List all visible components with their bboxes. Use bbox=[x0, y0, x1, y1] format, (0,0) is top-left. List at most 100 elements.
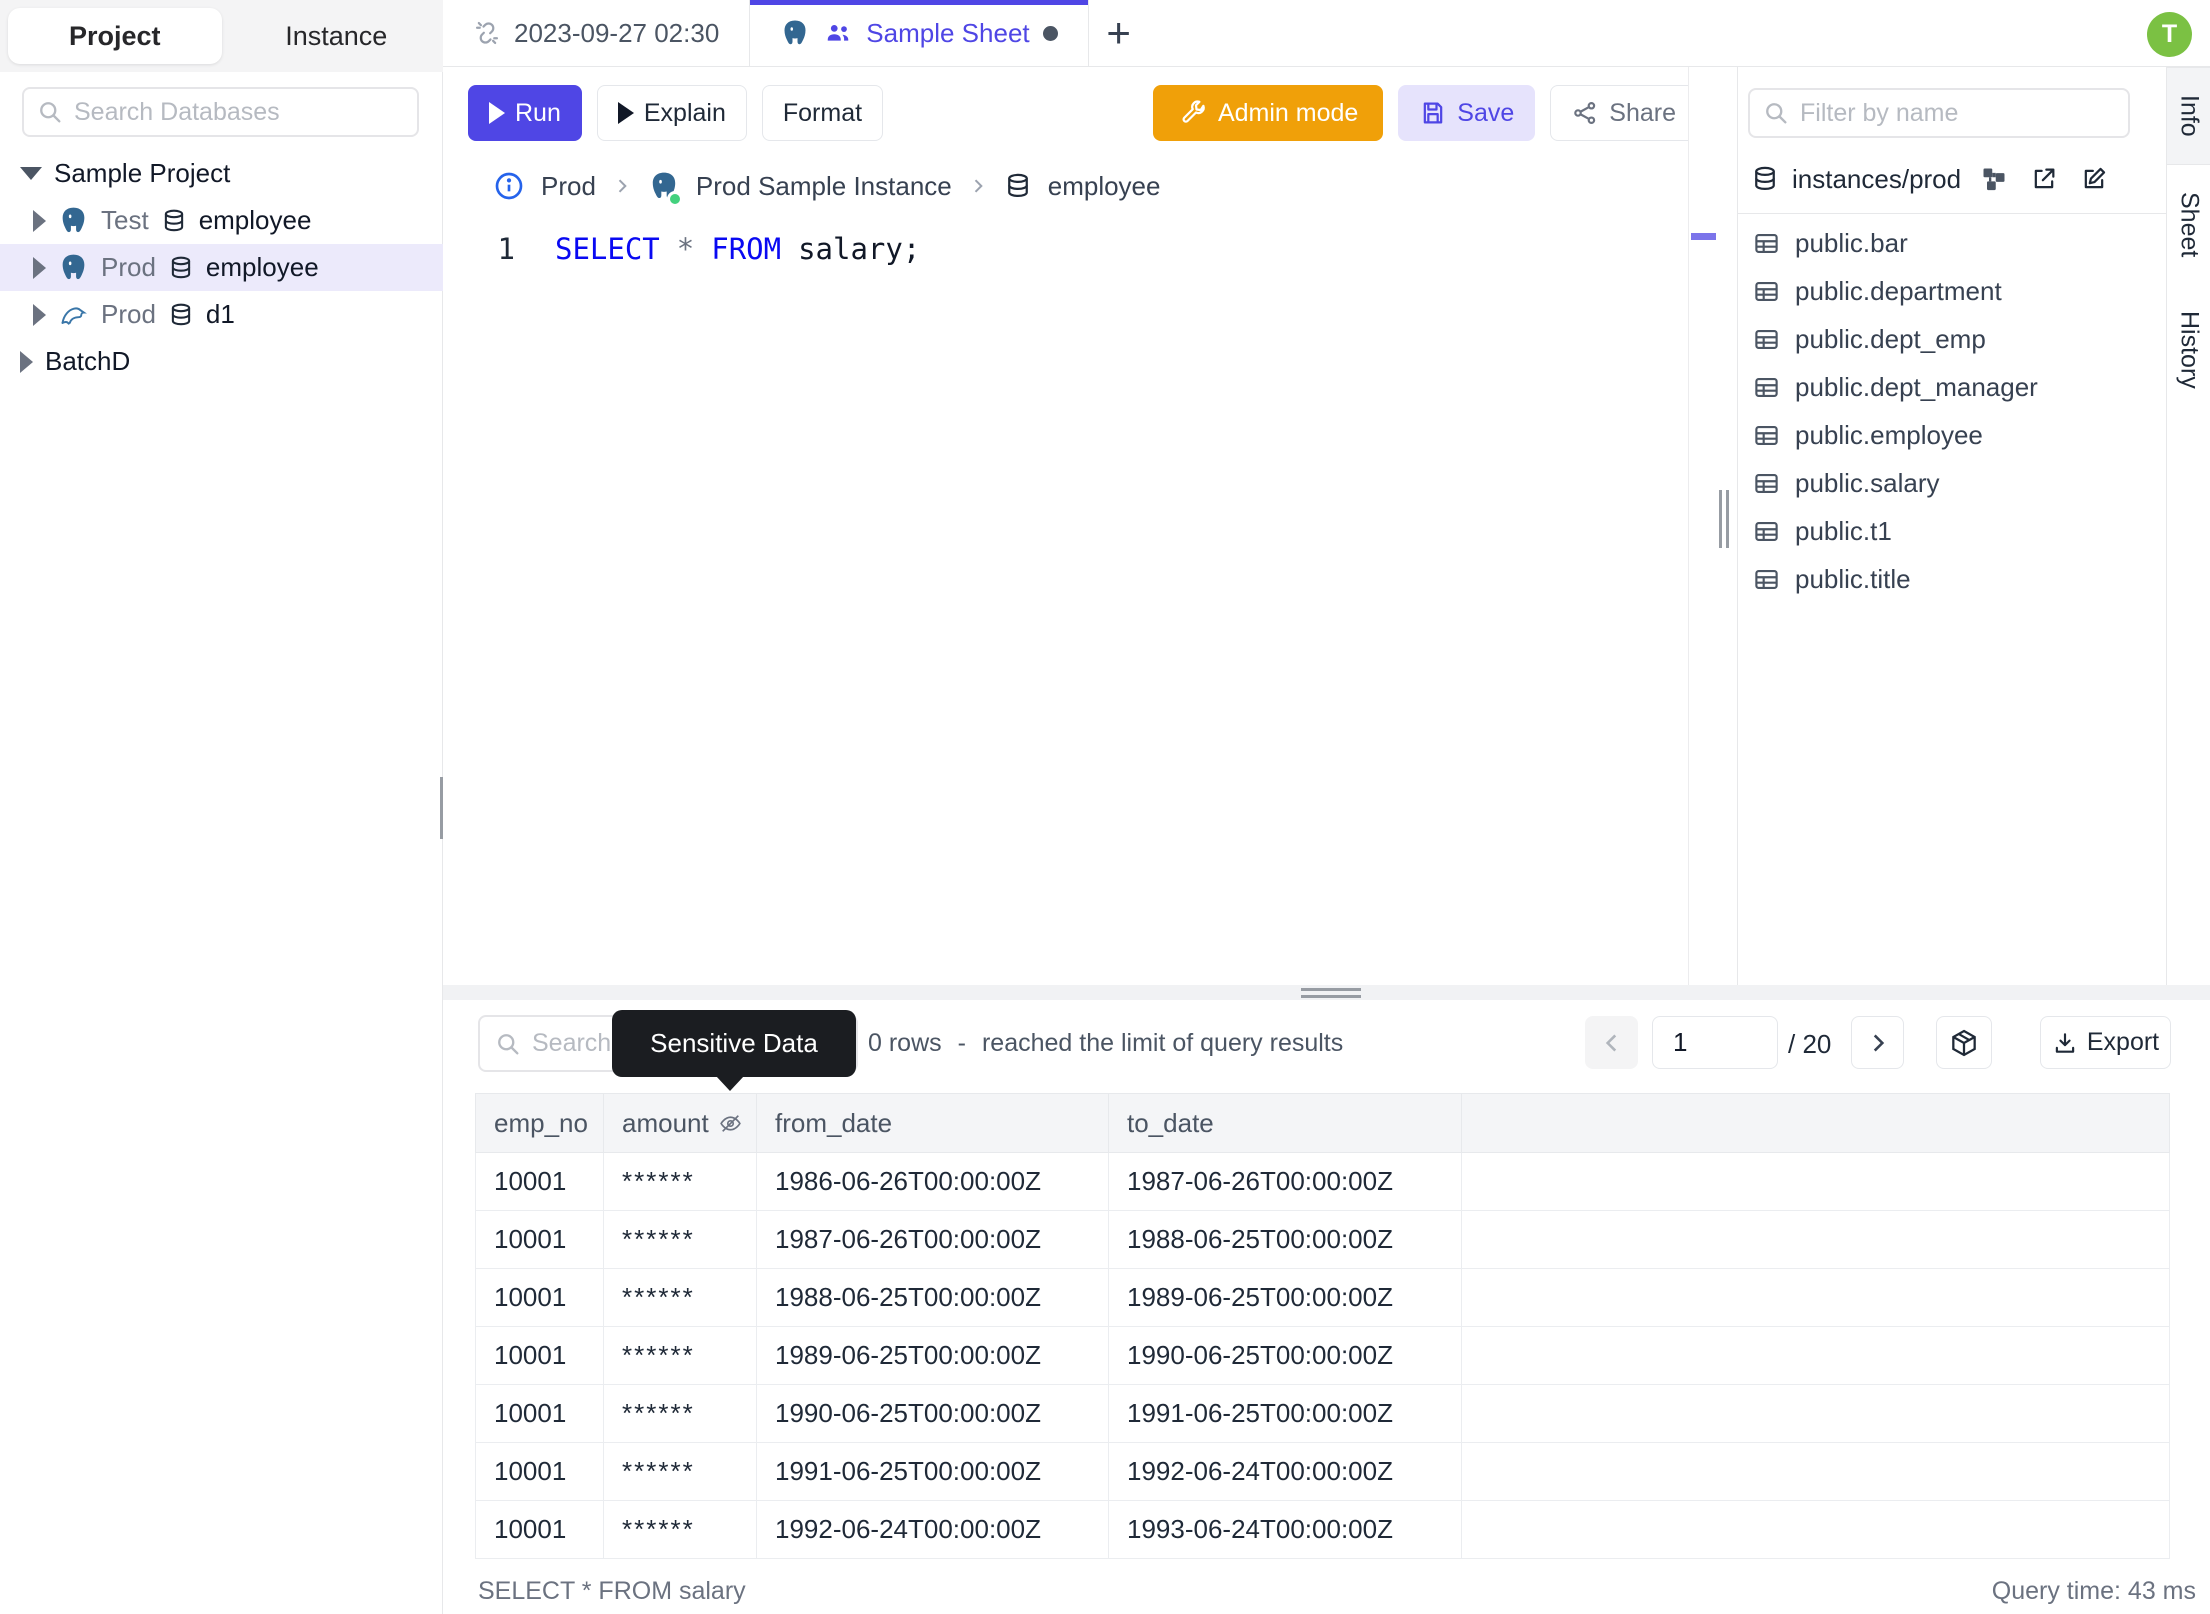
cell[interactable]: 1991-06-25T00:00:00Z bbox=[756, 1442, 1109, 1501]
edit-icon[interactable] bbox=[2080, 165, 2108, 193]
cell-masked[interactable]: ****** bbox=[603, 1210, 757, 1269]
cell-masked[interactable]: ****** bbox=[603, 1384, 757, 1443]
add-sheet-button[interactable]: + bbox=[1089, 0, 1149, 66]
connection-source: instances/prod bbox=[1792, 163, 1962, 194]
tree-node-project[interactable]: BatchD bbox=[0, 338, 443, 385]
table-row[interactable]: 10001 ****** 1987-06-26T00:00:00Z 1988-0… bbox=[475, 1210, 2170, 1269]
sheet-tabbar: 2023-09-27 02:30 Sample Sheet + T bbox=[443, 0, 2210, 67]
column-header[interactable]: to_date bbox=[1108, 1093, 1462, 1153]
column-header[interactable]: emp_no bbox=[475, 1093, 604, 1153]
cell[interactable]: 10001 bbox=[475, 1442, 604, 1501]
schema-panel-resize-handle[interactable] bbox=[1719, 490, 1731, 548]
cell[interactable]: 1987-06-26T00:00:00Z bbox=[1108, 1152, 1462, 1211]
breadcrumb-database[interactable]: employee bbox=[1048, 171, 1161, 202]
tab-history[interactable]: History bbox=[2167, 284, 2210, 416]
visualize-button[interactable] bbox=[1936, 1016, 1992, 1069]
cell[interactable]: 1992-06-24T00:00:00Z bbox=[756, 1500, 1109, 1559]
caret-right-icon[interactable] bbox=[33, 303, 46, 326]
cell[interactable]: 10001 bbox=[475, 1326, 604, 1385]
cell[interactable]: 10001 bbox=[475, 1500, 604, 1559]
tab-sheet[interactable]: Sheet bbox=[2167, 165, 2210, 284]
next-page-button[interactable] bbox=[1851, 1016, 1904, 1069]
external-link-icon[interactable] bbox=[2030, 165, 2058, 193]
cell-masked[interactable]: ****** bbox=[603, 1268, 757, 1327]
table-row[interactable]: 10001 ****** 1992-06-24T00:00:00Z 1993-0… bbox=[475, 1500, 2170, 1559]
cell-masked[interactable]: ****** bbox=[603, 1152, 757, 1211]
caret-down-icon[interactable] bbox=[20, 167, 42, 180]
sheet-tab-active[interactable]: Sample Sheet bbox=[750, 0, 1089, 66]
cell[interactable]: 10001 bbox=[475, 1210, 604, 1269]
cell-masked[interactable]: ****** bbox=[603, 1442, 757, 1501]
breadcrumb-environment[interactable]: Prod bbox=[541, 171, 596, 202]
tree-node-database-selected[interactable]: Prod employee bbox=[0, 244, 443, 291]
table-item[interactable]: public.department bbox=[1738, 267, 2167, 315]
cell[interactable]: 1989-06-25T00:00:00Z bbox=[756, 1326, 1109, 1385]
source-actions bbox=[1980, 165, 2108, 193]
tree-node-database[interactable]: Prod d1 bbox=[0, 291, 443, 338]
table-item[interactable]: public.dept_emp bbox=[1738, 315, 2167, 363]
cell[interactable]: 1987-06-26T00:00:00Z bbox=[756, 1210, 1109, 1269]
cell-masked[interactable]: ****** bbox=[603, 1326, 757, 1385]
table-item[interactable]: public.employee bbox=[1738, 411, 2167, 459]
cell[interactable]: 1986-06-26T00:00:00Z bbox=[756, 1152, 1109, 1211]
results-resize-gutter[interactable] bbox=[443, 985, 2210, 1000]
cell[interactable]: 10001 bbox=[475, 1152, 604, 1211]
table-filter-input[interactable] bbox=[1800, 98, 2116, 128]
avatar[interactable]: T bbox=[2147, 12, 2192, 57]
prev-page-button[interactable] bbox=[1585, 1016, 1638, 1069]
results-resize-handle[interactable] bbox=[1301, 988, 1361, 1002]
sql-editor-line[interactable]: 1 SELECT * FROM salary; bbox=[443, 232, 921, 266]
cell[interactable]: 1989-06-25T00:00:00Z bbox=[1108, 1268, 1462, 1327]
cell[interactable]: 1993-06-24T00:00:00Z bbox=[1108, 1500, 1462, 1559]
run-button[interactable]: Run bbox=[468, 85, 582, 141]
table-row[interactable]: 10001 ****** 1989-06-25T00:00:00Z 1990-0… bbox=[475, 1326, 2170, 1385]
schema-diagram-icon[interactable] bbox=[1980, 165, 2008, 193]
cell[interactable]: 1988-06-25T00:00:00Z bbox=[756, 1268, 1109, 1327]
info-icon[interactable] bbox=[493, 170, 525, 202]
table-icon bbox=[1753, 518, 1780, 545]
table-item[interactable]: public.dept_manager bbox=[1738, 363, 2167, 411]
tree-node-project[interactable]: Sample Project bbox=[0, 150, 443, 197]
caret-right-icon[interactable] bbox=[33, 256, 46, 279]
table-row[interactable]: 10001 ****** 1990-06-25T00:00:00Z 1991-0… bbox=[475, 1384, 2170, 1443]
editor-scrollbar[interactable] bbox=[1688, 67, 1717, 985]
format-button[interactable]: Format bbox=[761, 85, 884, 141]
cell[interactable]: 10001 bbox=[475, 1268, 604, 1327]
tab-info[interactable]: Info bbox=[2167, 67, 2210, 165]
search-icon bbox=[36, 98, 64, 126]
cell-masked[interactable]: ****** bbox=[603, 1500, 757, 1559]
explain-button[interactable]: Explain bbox=[596, 85, 747, 141]
left-sidebar: Project Instance Sample Project Test bbox=[0, 0, 443, 1614]
table-item[interactable]: public.t1 bbox=[1738, 507, 2167, 555]
cell[interactable]: 1988-06-25T00:00:00Z bbox=[1108, 1210, 1462, 1269]
caret-right-icon[interactable] bbox=[20, 350, 33, 373]
table-filter[interactable] bbox=[1748, 88, 2130, 138]
share-button[interactable]: Share bbox=[1550, 85, 1697, 141]
export-button[interactable]: Export bbox=[2040, 1016, 2171, 1069]
cell[interactable]: 10001 bbox=[475, 1384, 604, 1443]
breadcrumb-instance[interactable]: Prod Sample Instance bbox=[696, 171, 952, 202]
cell[interactable]: 1990-06-25T00:00:00Z bbox=[756, 1384, 1109, 1443]
table-item[interactable]: public.bar bbox=[1738, 219, 2167, 267]
table-item[interactable]: public.title bbox=[1738, 555, 2167, 603]
table-item[interactable]: public.salary bbox=[1738, 459, 2167, 507]
database-search[interactable] bbox=[22, 87, 419, 137]
table-row[interactable]: 10001 ****** 1988-06-25T00:00:00Z 1989-0… bbox=[475, 1268, 2170, 1327]
tree-node-database[interactable]: Test employee bbox=[0, 197, 443, 244]
cell[interactable]: 1990-06-25T00:00:00Z bbox=[1108, 1326, 1462, 1385]
caret-right-icon[interactable] bbox=[33, 209, 46, 232]
database-name: d1 bbox=[205, 299, 235, 329]
table-row[interactable]: 10001 ****** 1986-06-26T00:00:00Z 1987-0… bbox=[475, 1152, 2170, 1211]
cell[interactable]: 1992-06-24T00:00:00Z bbox=[1108, 1442, 1462, 1501]
save-button[interactable]: Save bbox=[1398, 85, 1536, 141]
cell[interactable]: 1991-06-25T00:00:00Z bbox=[1108, 1384, 1462, 1443]
tab-project[interactable]: Project bbox=[8, 8, 222, 64]
sheet-tab-unsaved[interactable]: 2023-09-27 02:30 bbox=[443, 0, 751, 66]
tab-instance[interactable]: Instance bbox=[230, 0, 444, 72]
column-header[interactable]: from_date bbox=[756, 1093, 1109, 1153]
admin-mode-button[interactable]: Admin mode bbox=[1152, 85, 1384, 141]
column-header-masked[interactable]: amount bbox=[603, 1093, 757, 1153]
page-number-input[interactable] bbox=[1652, 1016, 1778, 1069]
database-search-input[interactable] bbox=[74, 97, 405, 127]
table-row[interactable]: 10001 ****** 1991-06-25T00:00:00Z 1992-0… bbox=[475, 1442, 2170, 1501]
